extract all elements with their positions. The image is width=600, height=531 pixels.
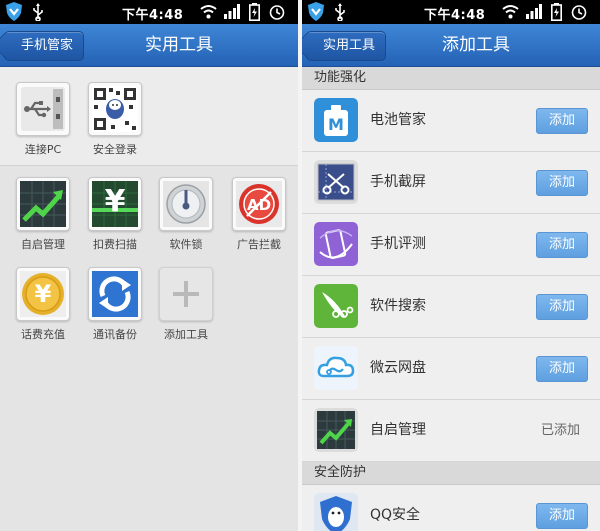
scissors-icon (314, 160, 358, 204)
item-name: 软件搜索 (370, 298, 426, 314)
tool-startup-manager[interactable]: 自启管理 (8, 177, 78, 252)
phone-test-icon (314, 222, 358, 266)
tool-label: 安全登录 (93, 143, 137, 156)
svg-text:¥: ¥ (105, 184, 126, 219)
add-button[interactable]: 添加 (536, 232, 588, 258)
title-bar: 手机管家 实用工具 (0, 24, 298, 67)
list-item-qq-security[interactable]: QQ安全 添加 (302, 485, 600, 531)
tool-add-tool[interactable]: 添加工具 (151, 267, 221, 342)
fixed-tools-section: 连接PC 安全登录 (0, 67, 298, 166)
section-header-enhance: 功能强化 (302, 67, 600, 90)
tool-label: 连接PC (24, 143, 62, 156)
wifi-icon (200, 5, 217, 19)
tool-label: 话费充值 (21, 328, 65, 341)
title-bar: 实用工具 添加工具 (302, 24, 600, 67)
page-title: 实用工具 (145, 35, 213, 55)
tool-secure-login[interactable]: 安全登录 (80, 82, 150, 157)
item-name: 微云网盘 (370, 360, 426, 376)
list-item-screenshot[interactable]: 手机截屏 添加 (302, 152, 600, 214)
signal-icon (224, 4, 240, 19)
add-button[interactable]: 添加 (536, 503, 588, 529)
qr-code-icon (88, 82, 142, 136)
list-item-app-search[interactable]: 软件搜索 添加 (302, 276, 600, 338)
tool-contacts-backup[interactable]: 通讯备份 (80, 267, 150, 342)
tool-fee-scan[interactable]: ¥ 扣费扫描 (80, 177, 150, 252)
status-bar: 下午4:48 (302, 0, 600, 24)
list-item-startup[interactable]: 自启管理 已添加 (302, 400, 600, 462)
status-time: 下午4:48 (424, 8, 486, 23)
tencent-shield-icon (6, 2, 22, 21)
tool-label: 广告拦截 (237, 238, 281, 251)
add-button[interactable]: 添加 (536, 170, 588, 196)
item-name: 自启管理 (370, 422, 426, 438)
yen-coin-icon: ¥ (16, 267, 70, 321)
tool-label: 自启管理 (21, 238, 65, 251)
add-button[interactable]: 添加 (536, 108, 588, 134)
tool-app-lock[interactable]: 软件锁 (151, 177, 221, 252)
item-name: 电池管家 (370, 112, 426, 128)
tool-ad-block[interactable]: AD 广告拦截 (224, 177, 294, 252)
startup-chart-icon (16, 177, 70, 231)
item-name: 手机评测 (370, 236, 426, 252)
usb-drive-icon (16, 82, 70, 136)
usb-icon (33, 3, 43, 21)
tool-label: 扣费扫描 (93, 238, 137, 251)
item-name: QQ安全 (370, 507, 421, 523)
cloud-icon (314, 346, 358, 390)
svg-text:¥: ¥ (35, 280, 52, 308)
svg-text:M: M (328, 115, 344, 134)
page-title: 添加工具 (442, 35, 510, 55)
status-bar: 下午4:48 (0, 0, 298, 24)
tool-label: 通讯备份 (93, 328, 137, 341)
dial-lock-icon (159, 177, 213, 231)
tool-label: 软件锁 (169, 238, 203, 251)
ad-block-icon: AD (232, 177, 286, 231)
yen-scan-icon: ¥ (88, 177, 142, 231)
added-status: 已添加 (540, 423, 580, 438)
usb-icon (335, 3, 345, 21)
left-screen: 下午4:48 手机管家 实用工具 连接PC 安全登录 自启管理 ¥ 扣费扫描 软… (0, 0, 298, 531)
section-header-security: 安全防护 (302, 462, 600, 485)
startup-chart-icon (314, 408, 358, 452)
alarm-clock-icon (571, 5, 587, 20)
status-time: 下午4:48 (122, 8, 184, 23)
signal-icon (526, 4, 542, 19)
qq-shield-icon (314, 493, 358, 531)
wifi-icon (502, 5, 519, 19)
add-button[interactable]: 添加 (536, 356, 588, 382)
pea-pod-icon (314, 284, 358, 328)
custom-tools-section: 自启管理 ¥ 扣费扫描 软件锁 AD 广告拦截 ¥ 话费充值 (0, 166, 298, 531)
right-screen: 下午4:48 实用工具 添加工具 功能强化 M 电池管家 添加 手机截屏 添加 … (302, 0, 600, 531)
add-button[interactable]: 添加 (536, 294, 588, 320)
list-item-phone-test[interactable]: 手机评测 添加 (302, 214, 600, 276)
battery-icon (249, 3, 260, 21)
sync-arrows-icon (88, 267, 142, 321)
battery-icon (551, 3, 562, 21)
list-item-weiyun[interactable]: 微云网盘 添加 (302, 338, 600, 400)
battery-m-icon: M (314, 98, 358, 142)
plus-icon (159, 267, 213, 321)
tool-label: 添加工具 (164, 328, 208, 341)
tencent-shield-icon (308, 2, 324, 21)
item-name: 手机截屏 (370, 174, 426, 190)
list-item-battery[interactable]: M 电池管家 添加 (302, 90, 600, 152)
alarm-clock-icon (269, 5, 285, 20)
tool-phone-recharge[interactable]: ¥ 话费充值 (8, 267, 78, 342)
tool-connect-pc[interactable]: 连接PC (8, 82, 78, 157)
